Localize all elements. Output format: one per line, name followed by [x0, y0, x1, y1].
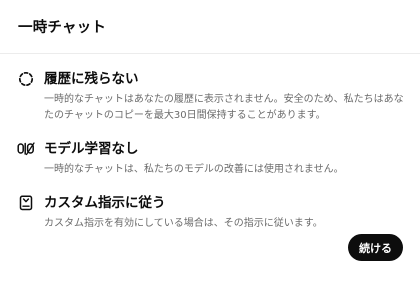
feature-title: カスタム指示に従う — [44, 195, 166, 211]
no-memory-icon — [17, 140, 35, 158]
feature-title: モデル学習なし — [44, 141, 139, 157]
feature-description: 一時的なチャットはあなたの履歴に表示されません。安全のため、私たちはあなたのチャ… — [44, 94, 404, 121]
dialog-title: 一時チャット — [18, 20, 107, 36]
dialog-header: 一時チャット — [0, 0, 420, 54]
feature-list: 履歴に残らない 一時的なチャットはあなたの履歴に表示されません。安全のため、私た… — [0, 68, 420, 232]
continue-button[interactable]: 続ける — [348, 234, 403, 261]
feature-no-history: 履歴に残らない 一時的なチャットはあなたの履歴に表示されません。安全のため、私た… — [0, 68, 420, 124]
dashed-circle-icon — [17, 70, 35, 88]
feature-no-training: モデル学習なし 一時的なチャットは、私たちのモデルの改善には使用されません。 — [0, 138, 420, 178]
feature-description: カスタム指示を有効にしている場合は、その指示に従います。 — [44, 218, 323, 229]
custom-instructions-icon — [17, 194, 35, 212]
feature-custom-instructions: カスタム指示に従う カスタム指示を有効にしている場合は、その指示に従います。 — [0, 192, 420, 232]
temporary-chat-dialog: 一時チャット 履歴に残らない 一時的なチャットはあなたの履歴に表示されません。安… — [0, 0, 420, 300]
feature-description: 一時的なチャットは、私たちのモデルの改善には使用されません。 — [44, 164, 344, 175]
feature-title: 履歴に残らない — [44, 71, 139, 87]
